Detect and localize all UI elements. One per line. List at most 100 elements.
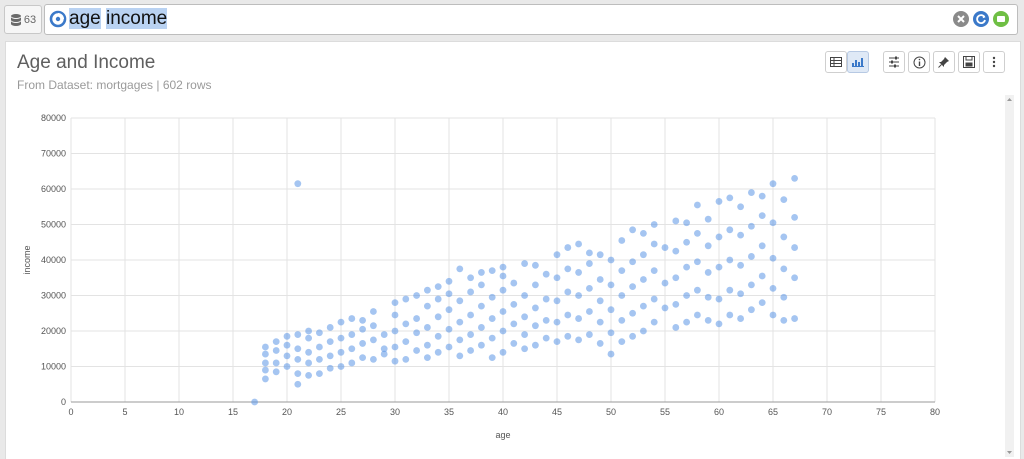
data-point (737, 315, 744, 322)
data-point (704, 269, 712, 276)
data-point (748, 281, 755, 289)
data-point (510, 279, 518, 287)
data-point (413, 329, 420, 337)
scrollbar[interactable] (1005, 95, 1014, 457)
data-point (467, 274, 474, 282)
data-point (758, 272, 766, 280)
data-point (672, 324, 680, 331)
data-point (715, 198, 723, 205)
data-point (434, 332, 442, 340)
data-point (607, 281, 615, 289)
more-vertical-icon (992, 56, 996, 68)
data-point (607, 329, 615, 337)
x-tick-label: 5 (122, 407, 127, 417)
data-point (434, 313, 442, 321)
data-point (737, 231, 744, 239)
x-tick-label: 0 (68, 407, 73, 417)
clear-search-button[interactable] (953, 11, 969, 27)
data-point (348, 331, 356, 338)
info-icon (913, 56, 925, 68)
chart-view-button[interactable] (847, 51, 869, 73)
data-point (607, 256, 615, 264)
data-point (780, 316, 788, 324)
data-point (521, 331, 528, 338)
data-point (445, 277, 453, 285)
data-point (391, 327, 399, 335)
search-input[interactable]: age income (44, 4, 1018, 35)
data-point (726, 256, 734, 264)
data-point (629, 309, 636, 317)
data-point (478, 281, 485, 289)
pin-button[interactable] (933, 51, 955, 73)
x-tick-label: 25 (336, 407, 346, 417)
data-point (780, 233, 788, 241)
data-point (629, 226, 636, 234)
data-point (629, 258, 636, 266)
data-point (542, 270, 550, 278)
data-point (413, 347, 420, 354)
data-point (348, 345, 356, 353)
data-point (748, 306, 755, 314)
search-query-word: age (69, 8, 101, 29)
data-point (326, 324, 334, 331)
data-point (499, 348, 507, 356)
data-point (488, 293, 496, 301)
data-point (672, 300, 680, 308)
data-point (564, 265, 572, 273)
data-point (316, 329, 323, 337)
data-point (704, 316, 712, 324)
data-point (737, 290, 744, 298)
data-point (348, 359, 356, 367)
data-point (532, 322, 539, 330)
data-point (326, 364, 334, 372)
data-point (456, 297, 464, 305)
data-point (791, 174, 798, 182)
data-point (316, 343, 323, 351)
data-point (510, 340, 518, 347)
data-point (791, 214, 798, 221)
data-point (359, 354, 366, 362)
dataset-subtitle: From Dataset: mortgages | 602 rows (17, 78, 212, 92)
data-point (704, 215, 712, 223)
data-point (575, 292, 582, 299)
data-point (272, 359, 280, 367)
refresh-button[interactable] (973, 11, 989, 27)
data-point (694, 201, 701, 209)
data-point (467, 331, 474, 338)
x-tick-label: 15 (228, 407, 238, 417)
data-point (445, 306, 453, 314)
x-tick-label: 75 (876, 407, 886, 417)
data-point (283, 332, 291, 340)
data-point (726, 311, 734, 319)
data-point (629, 283, 636, 291)
table-view-button[interactable] (825, 51, 847, 73)
data-point (672, 274, 680, 282)
data-point (434, 283, 442, 291)
data-point (391, 311, 399, 319)
data-point (596, 251, 604, 259)
save-button[interactable] (958, 51, 980, 73)
data-point (748, 189, 755, 196)
data-point (337, 348, 345, 356)
more-options-button[interactable] (983, 51, 1005, 73)
data-point (370, 308, 377, 315)
data-point (467, 288, 474, 296)
data-point (640, 276, 647, 283)
data-point (499, 272, 507, 280)
data-point (715, 263, 723, 271)
data-point (780, 293, 788, 301)
dataset-badge[interactable]: 63 (4, 5, 42, 34)
data-point (650, 240, 658, 248)
data-point (726, 226, 734, 234)
data-point (553, 338, 561, 346)
scroll-down-icon (1007, 451, 1012, 454)
settings-button[interactable] (883, 51, 905, 73)
data-point (251, 398, 258, 406)
info-button[interactable] (908, 51, 930, 73)
data-point (521, 292, 528, 299)
top-bar: 63 age income (0, 0, 1024, 38)
data-point (618, 292, 626, 299)
data-point (586, 285, 593, 292)
data-point (618, 316, 626, 324)
go-button[interactable] (993, 11, 1009, 27)
